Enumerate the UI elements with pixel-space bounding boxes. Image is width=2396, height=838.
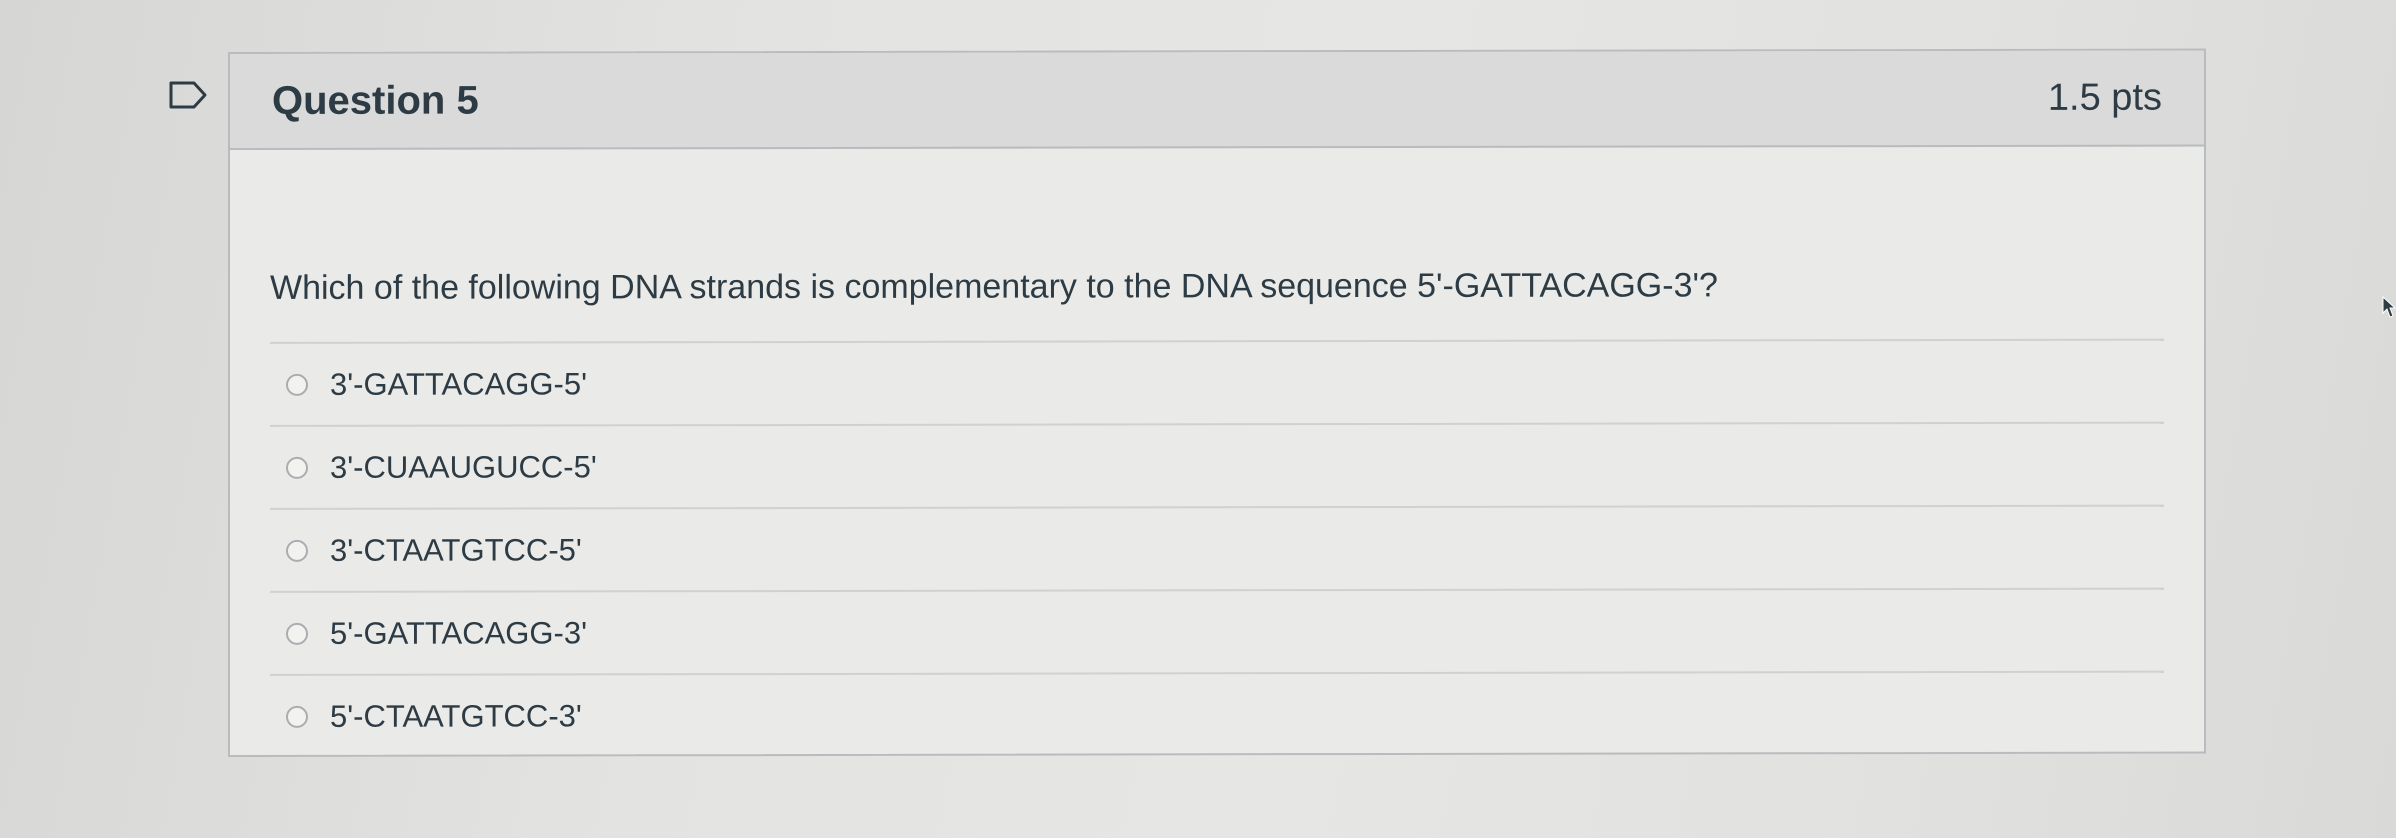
question-header: Question 5 1.5 pts — [230, 50, 2204, 150]
radio-unselected-icon[interactable] — [286, 456, 308, 479]
question-text: Which of the following DNA strands is co… — [270, 266, 1718, 307]
answer-label[interactable]: 3'-CUAAUGUCC-5' — [330, 449, 597, 485]
answer-label[interactable]: 5'-GATTACAGG-3' — [330, 615, 587, 651]
radio-unselected-icon[interactable] — [286, 539, 308, 562]
answer-label[interactable]: 5'-CTAATGTCC-3' — [330, 698, 582, 734]
radio-unselected-icon[interactable] — [286, 373, 308, 396]
answer-option[interactable]: 3'-CUAAUGUCC-5' — [270, 423, 2164, 510]
radio-unselected-icon[interactable] — [286, 622, 308, 645]
question-body: Which of the following DNA strands is co… — [230, 265, 2204, 757]
answer-option[interactable]: 3'-CTAATGTCC-5' — [270, 506, 2164, 593]
answer-option[interactable]: 5'-CTAATGTCC-3' — [270, 673, 2164, 757]
radio-unselected-icon[interactable] — [286, 705, 308, 728]
answer-option[interactable]: 3'-GATTACAGG-5' — [270, 340, 2164, 427]
answer-option[interactable]: 5'-GATTACAGG-3' — [270, 589, 2164, 676]
question-card: Question 5 1.5 pts Which of the followin… — [228, 48, 2206, 758]
answer-label[interactable]: 3'-CTAATGTCC-5' — [330, 532, 582, 568]
answer-label[interactable]: 3'-GATTACAGG-5' — [330, 366, 587, 402]
flag-question-icon[interactable] — [168, 80, 208, 110]
question-title: Question 5 — [272, 78, 479, 123]
mouse-pointer-icon — [2382, 296, 2396, 318]
question-points: 1.5 pts — [2047, 76, 2162, 119]
answer-list: 3'-GATTACAGG-5' 3'-CUAAUGUCC-5' 3'-CTAAT… — [270, 338, 2164, 757]
